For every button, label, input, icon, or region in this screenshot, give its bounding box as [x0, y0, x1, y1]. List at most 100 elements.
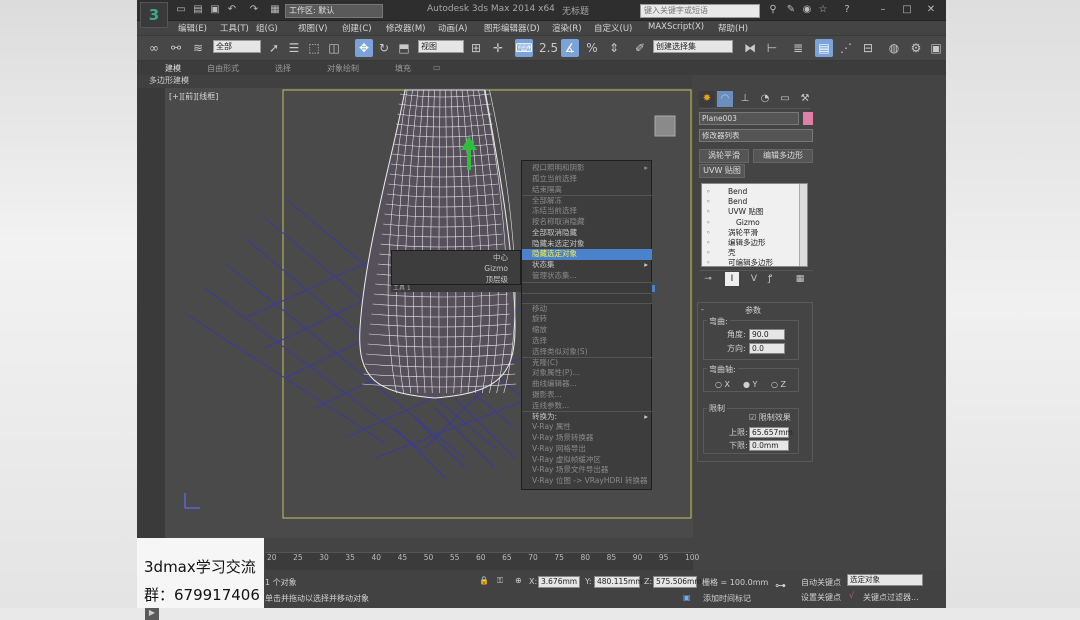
menu-item-6[interactable]: 动画(A)	[438, 22, 467, 34]
menu-item-1[interactable]: 工具(T)	[220, 22, 249, 34]
modifier-stack[interactable]: ◦ Bend ◦ Bend ◦ UVW 贴图 ◦ Gizmo ◦ 涡轮平滑 ◦ 编辑多边形 ◦ 壳 ◦ 可编辑…	[701, 183, 808, 267]
context-menu-item[interactable]: V-Ray 场景转换器	[522, 433, 652, 444]
context-menu-item[interactable]: V-Ray 网格导出	[522, 444, 652, 455]
menu-item-4[interactable]: 创建(C)	[342, 22, 372, 34]
quad-left-item[interactable]: Gizmo	[392, 264, 522, 275]
context-menu-item[interactable]: 隐藏未选定对象	[522, 239, 652, 250]
context-menu-item[interactable]: V-Ray 场景文件导出器	[522, 465, 652, 476]
hierarchy-tab-icon[interactable]: ⊥	[737, 91, 753, 107]
time-tag-icon[interactable]: ▣	[683, 593, 691, 602]
graphite-toggle-icon[interactable]: ▤	[815, 39, 833, 57]
spinner-snap-icon[interactable]: ⇕	[605, 39, 623, 57]
angle-spinner[interactable]: 90.0	[749, 329, 785, 340]
schematic-view-icon[interactable]: ⊟	[859, 39, 877, 57]
key-filter-icon[interactable]: √	[849, 591, 854, 600]
ribbon-tab-3[interactable]: 对象绘制	[327, 63, 359, 74]
rect-region-icon[interactable]: ⬚	[305, 39, 323, 57]
viewport-label[interactable]: [+][前][线框]	[169, 91, 218, 102]
context-menu-item[interactable]: 孤立当前选择	[522, 174, 652, 185]
direction-spinner[interactable]: 0.0	[749, 343, 785, 354]
undo-icon[interactable]: ↶	[226, 4, 238, 16]
rotate-icon[interactable]: ↻	[375, 39, 393, 57]
absolute-mode-icon[interactable]: ⊕	[515, 576, 522, 585]
close-icon[interactable]: ✕	[925, 4, 937, 16]
lock-icon[interactable]: 🔒	[479, 576, 489, 585]
save-file-icon[interactable]: ▣	[209, 4, 221, 16]
star-icon[interactable]: ☆	[817, 4, 829, 16]
context-menu-item[interactable]: 克隆(C)	[522, 357, 652, 368]
minimize-icon[interactable]: –	[877, 4, 889, 16]
menu-item-0[interactable]: 编辑(E)	[178, 22, 207, 34]
scale-icon[interactable]: ⬒	[395, 39, 413, 57]
ribbon-subtab[interactable]: 多边形建模	[137, 75, 692, 88]
bind-spacewarp-icon[interactable]: ≋	[189, 39, 207, 57]
play-icon[interactable]: ▶	[145, 606, 159, 620]
stack-scrollbar[interactable]	[799, 184, 807, 266]
context-menu-item[interactable]: 隐藏选定对象	[522, 249, 652, 260]
limit-effect-checkbox[interactable]: ☑ 限制效果	[749, 412, 791, 423]
maximize-icon[interactable]: □	[901, 4, 913, 16]
object-name-field[interactable]: Plane003	[699, 112, 799, 125]
window-crossing-icon[interactable]: ◫	[325, 39, 343, 57]
set-key-button[interactable]: 设置关键点	[801, 592, 841, 603]
upper-limit-spinner[interactable]: 65.657mm	[749, 427, 793, 438]
context-menu-item[interactable]: 全部取消隐藏	[522, 228, 652, 239]
params-title[interactable]: 参数	[745, 305, 761, 316]
context-menu-item[interactable]: 全部解冻	[522, 195, 652, 206]
context-menu-item[interactable]: 连线参数...	[522, 401, 652, 412]
manipulate-icon[interactable]: ✛	[489, 39, 507, 57]
key-filters-button[interactable]: 关键点过滤器...	[863, 592, 919, 603]
search-input[interactable]: 键入关键字或短语	[640, 4, 760, 18]
unlink-icon[interactable]: ⚯	[167, 39, 185, 57]
show-end-result-icon[interactable]: I	[725, 272, 739, 286]
help-icon[interactable]: ?	[841, 4, 853, 16]
quad-left-item[interactable]: 顶层级	[392, 275, 522, 286]
configure-sets-icon[interactable]: ▦	[793, 272, 807, 286]
select-by-name-icon[interactable]: ☰	[285, 39, 303, 57]
context-menu-item[interactable]: V-Ray 虚拟帧缓冲区	[522, 455, 652, 466]
reference-coord-dropdown[interactable]: 视图	[418, 40, 464, 53]
ribbon-tab-4[interactable]: 填充	[395, 63, 411, 74]
pivot-icon[interactable]: ⊞	[467, 39, 485, 57]
menu-item-11[interactable]: 帮助(H)	[718, 22, 748, 34]
make-unique-icon[interactable]: V	[747, 272, 761, 286]
display-tab-icon[interactable]: ▭	[777, 91, 793, 107]
context-menu-item[interactable]: 状态集 ▸	[522, 260, 652, 271]
context-menu-item[interactable]: 缩放	[522, 325, 652, 336]
material-editor-icon[interactable]: ◍	[885, 39, 903, 57]
context-menu-item[interactable]: 对象属性(P)...	[522, 368, 652, 379]
edit-named-sets-icon[interactable]: ✐	[631, 39, 649, 57]
mirror-icon[interactable]: ⧓	[741, 39, 759, 57]
align-icon[interactable]: ⊢	[763, 39, 781, 57]
context-menu-item[interactable]: 视口照明和阴影 ▸	[522, 163, 652, 174]
app-logo-icon[interactable]: 3	[140, 2, 168, 28]
user-icon[interactable]: ◉	[801, 4, 813, 16]
axis-z-radio[interactable]: ○ Z	[771, 380, 786, 389]
lightbulb-icon[interactable]: ◦	[706, 257, 710, 268]
context-menu-item[interactable]: 按名称取消隐藏	[522, 217, 652, 228]
snap-toggle-icon[interactable]: 2.5	[539, 39, 558, 57]
quad-left-item[interactable]: 中心	[392, 253, 522, 264]
turbosmooth-button[interactable]: 涡轮平滑	[699, 149, 749, 163]
context-menu-item[interactable]: 旋转	[522, 314, 652, 325]
named-selection-dropdown[interactable]: 创建选择集	[653, 40, 733, 53]
remove-modifier-icon[interactable]: ꝭ	[763, 272, 777, 286]
key-icon[interactable]: ⊶	[775, 579, 786, 592]
render-setup-icon[interactable]: ⚙	[907, 39, 925, 57]
context-menu-item[interactable]: 转换为: ▸	[522, 411, 652, 422]
percent-snap-icon[interactable]: %	[583, 39, 601, 57]
context-menu-item[interactable]: V-Ray 位图 -> VRayHDRI 转换器	[522, 476, 652, 487]
context-menu-item[interactable]: 结束隔离	[522, 185, 652, 196]
menu-item-8[interactable]: 渲染(R)	[552, 22, 582, 34]
ribbon-tab-0[interactable]: 建模	[165, 63, 181, 74]
move-icon[interactable]: ✥	[355, 39, 373, 57]
lower-limit-spinner[interactable]: 0.0mm	[749, 440, 789, 451]
utilities-tab-icon[interactable]: ⚒	[797, 91, 813, 107]
tools-icon[interactable]: ✎	[785, 4, 797, 16]
timeline[interactable]: 20 25 30 35 40 45 50 55 60 65 70 75 80 85 90 95 100	[265, 552, 699, 570]
ribbon-options-icon[interactable]: ▭	[433, 63, 441, 72]
context-menu-item[interactable]: 移动	[522, 303, 652, 314]
binoculars-icon[interactable]: ⚲	[767, 4, 779, 16]
selection-lock-icon[interactable]: ⚿	[497, 576, 503, 586]
modify-tab-icon[interactable]: ◠	[717, 91, 733, 107]
